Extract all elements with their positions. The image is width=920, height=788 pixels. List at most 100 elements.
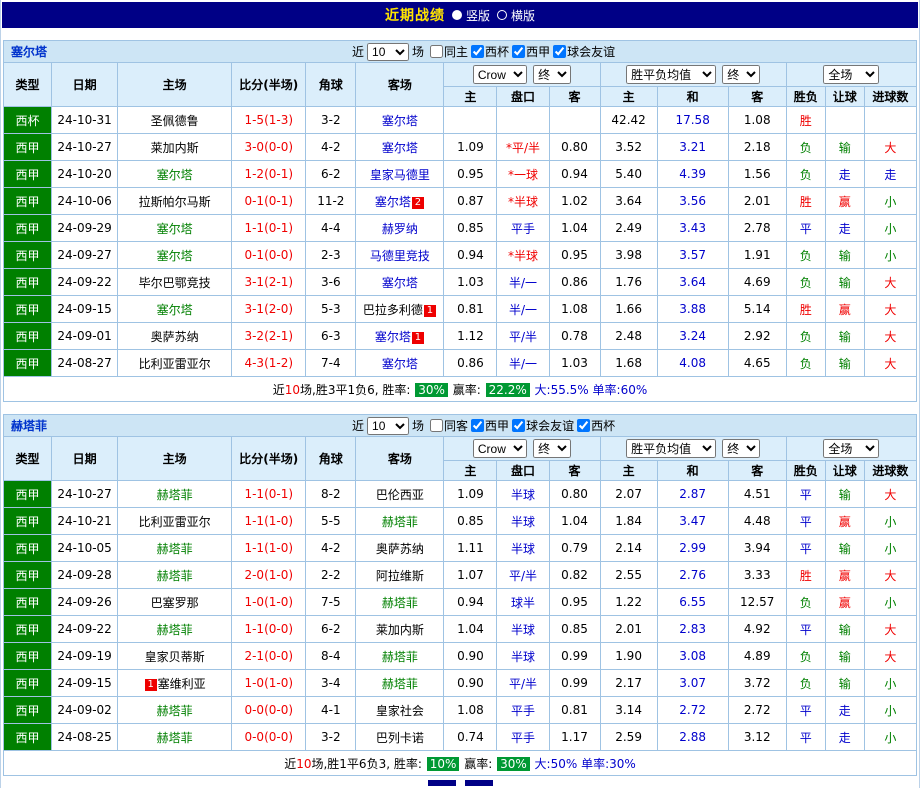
col-header-type: 类型 bbox=[4, 63, 52, 107]
filter-checkbox[interactable]: 同客 bbox=[430, 417, 468, 434]
away-team-link[interactable]: 塞尔塔1 bbox=[375, 330, 425, 344]
handicap-away-odds: 1.02 bbox=[549, 188, 600, 215]
footer-button[interactable] bbox=[465, 780, 493, 786]
home-team-link[interactable]: 赫塔菲 bbox=[157, 569, 193, 583]
away-team-link[interactable]: 阿拉维斯 bbox=[376, 569, 424, 583]
away-team-link[interactable]: 巴列卡诺 bbox=[376, 731, 424, 745]
recent-count-select[interactable]: 10 bbox=[367, 417, 409, 435]
home-team-link[interactable]: 拉斯帕尔马斯 bbox=[139, 195, 211, 209]
filter-checkbox[interactable]: 西杯 bbox=[471, 43, 509, 60]
home-team-link[interactable]: 塞尔塔 bbox=[157, 249, 193, 263]
home-team-link[interactable]: 赫塔菲 bbox=[157, 731, 193, 745]
home-team-link[interactable]: 比利亚雷亚尔 bbox=[139, 515, 211, 529]
away-team-link[interactable]: 塞尔塔 bbox=[382, 357, 418, 371]
home-team-link[interactable]: 毕尔巴鄂竞技 bbox=[139, 276, 211, 290]
away-team-link[interactable]: 巴拉多利德1 bbox=[363, 303, 437, 317]
checkbox-input[interactable] bbox=[430, 45, 443, 58]
europe-average-select[interactable]: 胜平负均值 bbox=[626, 439, 716, 458]
home-team-link[interactable]: 赫塔菲 bbox=[157, 488, 193, 502]
euro-away-odds: 2.92 bbox=[728, 323, 786, 350]
away-team-link[interactable]: 赫塔菲 bbox=[382, 677, 418, 691]
away-team-link[interactable]: 赫塔菲 bbox=[382, 596, 418, 610]
filter-checkbox[interactable]: 西甲 bbox=[512, 43, 550, 60]
match-score: 1-0(1-0) bbox=[232, 670, 306, 697]
filter-checkbox[interactable]: 球会友谊 bbox=[512, 417, 574, 434]
filter-checkbox[interactable]: 西甲 bbox=[471, 417, 509, 434]
handicap-line: 半/一 bbox=[497, 350, 549, 377]
europe-stage-select[interactable]: 终 bbox=[722, 439, 760, 458]
away-team-link[interactable]: 塞尔塔 bbox=[382, 141, 418, 155]
home-team-link[interactable]: 赫塔菲 bbox=[157, 623, 193, 637]
home-team-link[interactable]: 塞尔塔 bbox=[157, 222, 193, 236]
euro-away-odds: 4.92 bbox=[728, 616, 786, 643]
euro-draw-odds: 3.56 bbox=[657, 188, 728, 215]
period-select[interactable]: 全场 bbox=[823, 65, 879, 84]
handicap-line: 平/半 bbox=[497, 323, 549, 350]
away-team-link[interactable]: 马德里竞技 bbox=[370, 249, 430, 263]
euro-draw-odds: 4.39 bbox=[657, 161, 728, 188]
league-type: 西甲 bbox=[4, 215, 52, 242]
away-team-link[interactable]: 赫罗纳 bbox=[382, 222, 418, 236]
bookmaker-select[interactable]: Crow bbox=[473, 439, 527, 458]
home-team-link[interactable]: 比利亚雷亚尔 bbox=[139, 357, 211, 371]
home-team-link[interactable]: 奥萨苏纳 bbox=[151, 330, 199, 344]
corner-count: 11-2 bbox=[306, 188, 356, 215]
away-team-link[interactable]: 塞尔塔2 bbox=[375, 195, 425, 209]
filter-checkbox[interactable]: 同主 bbox=[430, 43, 468, 60]
home-team: 巴塞罗那 bbox=[118, 589, 232, 616]
checkbox-label: 球会友谊 bbox=[567, 43, 615, 60]
home-team-link[interactable]: 圣佩德鲁 bbox=[151, 114, 199, 128]
handicap-line: 半球 bbox=[497, 535, 549, 562]
handicap-stage-select[interactable]: 终 bbox=[533, 65, 571, 84]
away-team: 巴列卡诺 bbox=[356, 724, 444, 751]
filter-checkbox[interactable]: 西杯 bbox=[577, 417, 615, 434]
away-team-link[interactable]: 皇家马德里 bbox=[370, 168, 430, 182]
checkbox-input[interactable] bbox=[512, 419, 525, 432]
period-select[interactable]: 全场 bbox=[823, 439, 879, 458]
bookmaker-select[interactable]: Crow bbox=[473, 65, 527, 84]
away-team-link[interactable]: 奥萨苏纳 bbox=[376, 542, 424, 556]
europe-average-select[interactable]: 胜平负均值 bbox=[626, 65, 716, 84]
home-team-link[interactable]: 莱加内斯 bbox=[151, 141, 199, 155]
away-team-link[interactable]: 塞尔塔 bbox=[382, 276, 418, 290]
result-handicap: 走 bbox=[825, 215, 864, 242]
checkbox-label: 同客 bbox=[444, 417, 468, 434]
away-team-link[interactable]: 塞尔塔 bbox=[382, 114, 418, 128]
team-name[interactable]: 赫塔菲 bbox=[11, 417, 349, 434]
footer-button[interactable] bbox=[428, 780, 456, 786]
home-team-link[interactable]: 赫塔菲 bbox=[157, 542, 193, 556]
summary-count: 10 bbox=[285, 383, 300, 397]
result-handicap: 输 bbox=[825, 350, 864, 377]
away-team-link[interactable]: 赫塔菲 bbox=[382, 650, 418, 664]
handicap-stage-select[interactable]: 终 bbox=[533, 439, 571, 458]
result-wdl: 平 bbox=[786, 508, 825, 535]
home-team-link[interactable]: 1塞维利亚 bbox=[144, 677, 206, 691]
home-team-link[interactable]: 塞尔塔 bbox=[157, 303, 193, 317]
summary-row: 近10场,胜3平1负6, 胜率: 30% 赢率: 22.2% 大:55.5% 单… bbox=[4, 377, 917, 402]
home-team: 赫塔菲 bbox=[118, 535, 232, 562]
team-name[interactable]: 塞尔塔 bbox=[11, 43, 349, 60]
home-team-link[interactable]: 皇家贝蒂斯 bbox=[145, 650, 205, 664]
recent-count-select[interactable]: 10 bbox=[367, 43, 409, 61]
filter-checkbox[interactable]: 球会友谊 bbox=[553, 43, 615, 60]
euro-draw-odds: 3.43 bbox=[657, 215, 728, 242]
home-team-link[interactable]: 塞尔塔 bbox=[157, 168, 193, 182]
away-team-link[interactable]: 莱加内斯 bbox=[376, 623, 424, 637]
checkbox-input[interactable] bbox=[471, 419, 484, 432]
home-team-link[interactable]: 赫塔菲 bbox=[157, 704, 193, 718]
layout-radio-horizontal[interactable]: 横版 bbox=[497, 7, 535, 24]
result-goals: 小 bbox=[864, 242, 916, 269]
checkbox-input[interactable] bbox=[471, 45, 484, 58]
red-card-badge: 1 bbox=[145, 679, 157, 691]
checkbox-input[interactable] bbox=[430, 419, 443, 432]
home-team-link[interactable]: 巴塞罗那 bbox=[151, 596, 199, 610]
away-team-link[interactable]: 巴伦西亚 bbox=[376, 488, 424, 502]
checkbox-input[interactable] bbox=[512, 45, 525, 58]
away-team-link[interactable]: 赫塔菲 bbox=[382, 515, 418, 529]
corner-count: 6-2 bbox=[306, 616, 356, 643]
europe-stage-select[interactable]: 终 bbox=[722, 65, 760, 84]
away-team-link[interactable]: 皇家社会 bbox=[376, 704, 424, 718]
checkbox-input[interactable] bbox=[577, 419, 590, 432]
layout-radio-vertical[interactable]: 竖版 bbox=[452, 7, 490, 24]
checkbox-input[interactable] bbox=[553, 45, 566, 58]
